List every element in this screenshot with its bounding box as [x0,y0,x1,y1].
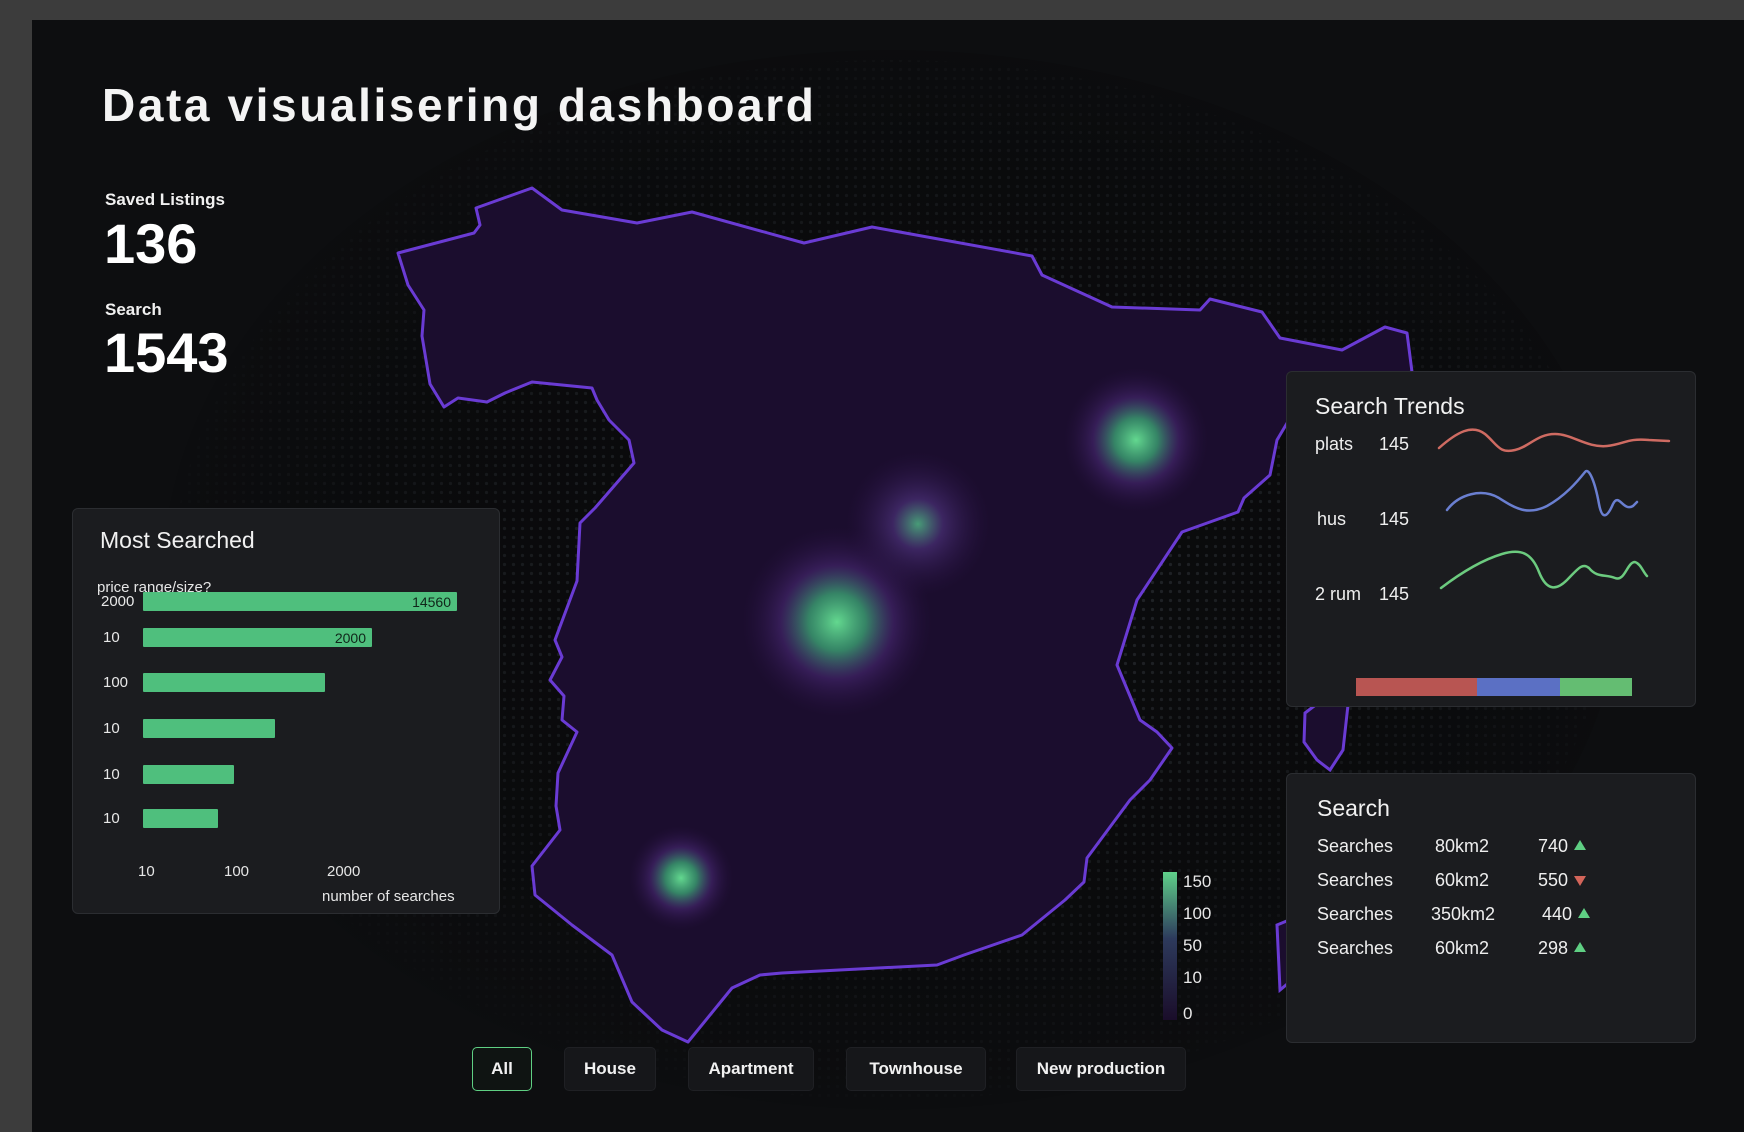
bar-row-label: 10 [103,766,120,783]
filter-all-button[interactable]: All [472,1047,532,1091]
search-row-label: Searches [1317,836,1394,856]
bar [143,765,234,784]
proportion-segment [1356,678,1478,696]
search-row-count-value: 550 [1538,870,1569,890]
sparkline-plats [1437,428,1671,453]
filter-house-button[interactable]: House [564,1047,656,1091]
search-row-label: Searches [1317,938,1394,958]
trend-value-2rum: 145 [1379,584,1410,604]
filter-townhouse-button[interactable]: Townhouse [846,1047,986,1091]
page-title: Data visualisering dashboard [102,79,817,131]
bar [143,719,275,738]
search-row-count-value: 298 [1538,938,1569,958]
most-searched-panel: Most Searched price range/size? 2000 1456… [72,508,500,914]
search-row-size: 60km2 [1435,870,1490,890]
search-row-count: 298 [1538,938,1587,959]
x-tick: 10 [138,863,155,880]
filter-new-production-button[interactable]: New production [1016,1047,1186,1091]
filter-apartment-button[interactable]: Apartment [688,1047,814,1091]
search-table-title: Search [1317,795,1390,821]
x-axis-label: number of searches [322,888,455,905]
trend-sparklines [1437,428,1671,590]
trend-label-plats: plats [1315,434,1354,454]
bar: 14560 [143,592,457,611]
legend-tick: 10 [1183,968,1202,987]
trend-value-hus: 145 [1379,509,1410,529]
saved-listings-value: 136 [104,212,198,275]
trend-down-icon [1574,876,1587,886]
search-row-size: 60km2 [1435,938,1490,958]
trend-label-hus: hus [1317,509,1347,529]
heat-spot [846,452,990,596]
search-row-count: 740 [1538,836,1587,857]
proportion-segment [1560,678,1632,696]
saved-listings-label: Saved Listings [105,190,225,209]
legend-tick: 150 [1183,872,1212,891]
bar-value-label: 14560 [412,594,451,610]
bar-row-label: 2000 [101,593,135,610]
search-row-label: Searches [1317,904,1394,924]
search-count-label: Search [105,300,162,319]
search-row-size: 350km2 [1431,904,1496,924]
sparkline-hus [1445,469,1639,517]
proportion-segment [1477,678,1561,696]
search-row-label: Searches [1317,870,1394,890]
trend-up-icon [1574,942,1587,952]
legend-tick: 0 [1183,1004,1193,1023]
x-tick: 100 [224,863,250,880]
x-tick: 2000 [327,863,361,880]
trend-label-2rum: 2 rum [1315,584,1362,604]
trend-up-icon [1574,840,1587,850]
bar-row-label: 10 [103,720,120,737]
proportion-bar [1356,678,1632,696]
bar [143,673,325,692]
bar-row-label: 100 [103,674,129,691]
search-row-count-value: 440 [1542,904,1573,924]
bar-row-label: 10 [103,810,120,827]
search-count-value: 1543 [104,321,229,384]
sparkline-2rum [1439,550,1649,590]
bar: 2000 [143,628,372,647]
search-row-count: 440 [1542,904,1591,925]
legend-tick: 50 [1183,936,1202,955]
bar-row-label: 10 [103,629,120,646]
most-searched-title: Most Searched [100,527,255,553]
search-row-count-value: 740 [1538,836,1569,856]
bar [143,809,218,828]
trend-up-icon [1578,908,1591,918]
search-row-size: 80km2 [1435,836,1490,856]
search-row-count: 550 [1538,870,1587,891]
search-table-panel: Search Searches 80km2 740 Searches 60km2 550 S… [1286,773,1696,1043]
trend-value-plats: 145 [1379,434,1410,454]
search-trends-panel: Search Trends plats 145 hus 145 2 rum 14… [1286,371,1696,707]
heat-spot [629,826,733,930]
legend-tick: 100 [1183,904,1212,923]
map-legend-scale [1163,872,1177,1020]
bar-value-label: 2000 [334,630,366,646]
dashboard-frame: Data visualisering dashboard Saved Listi… [32,20,1744,1132]
heat-spot [1064,368,1208,512]
